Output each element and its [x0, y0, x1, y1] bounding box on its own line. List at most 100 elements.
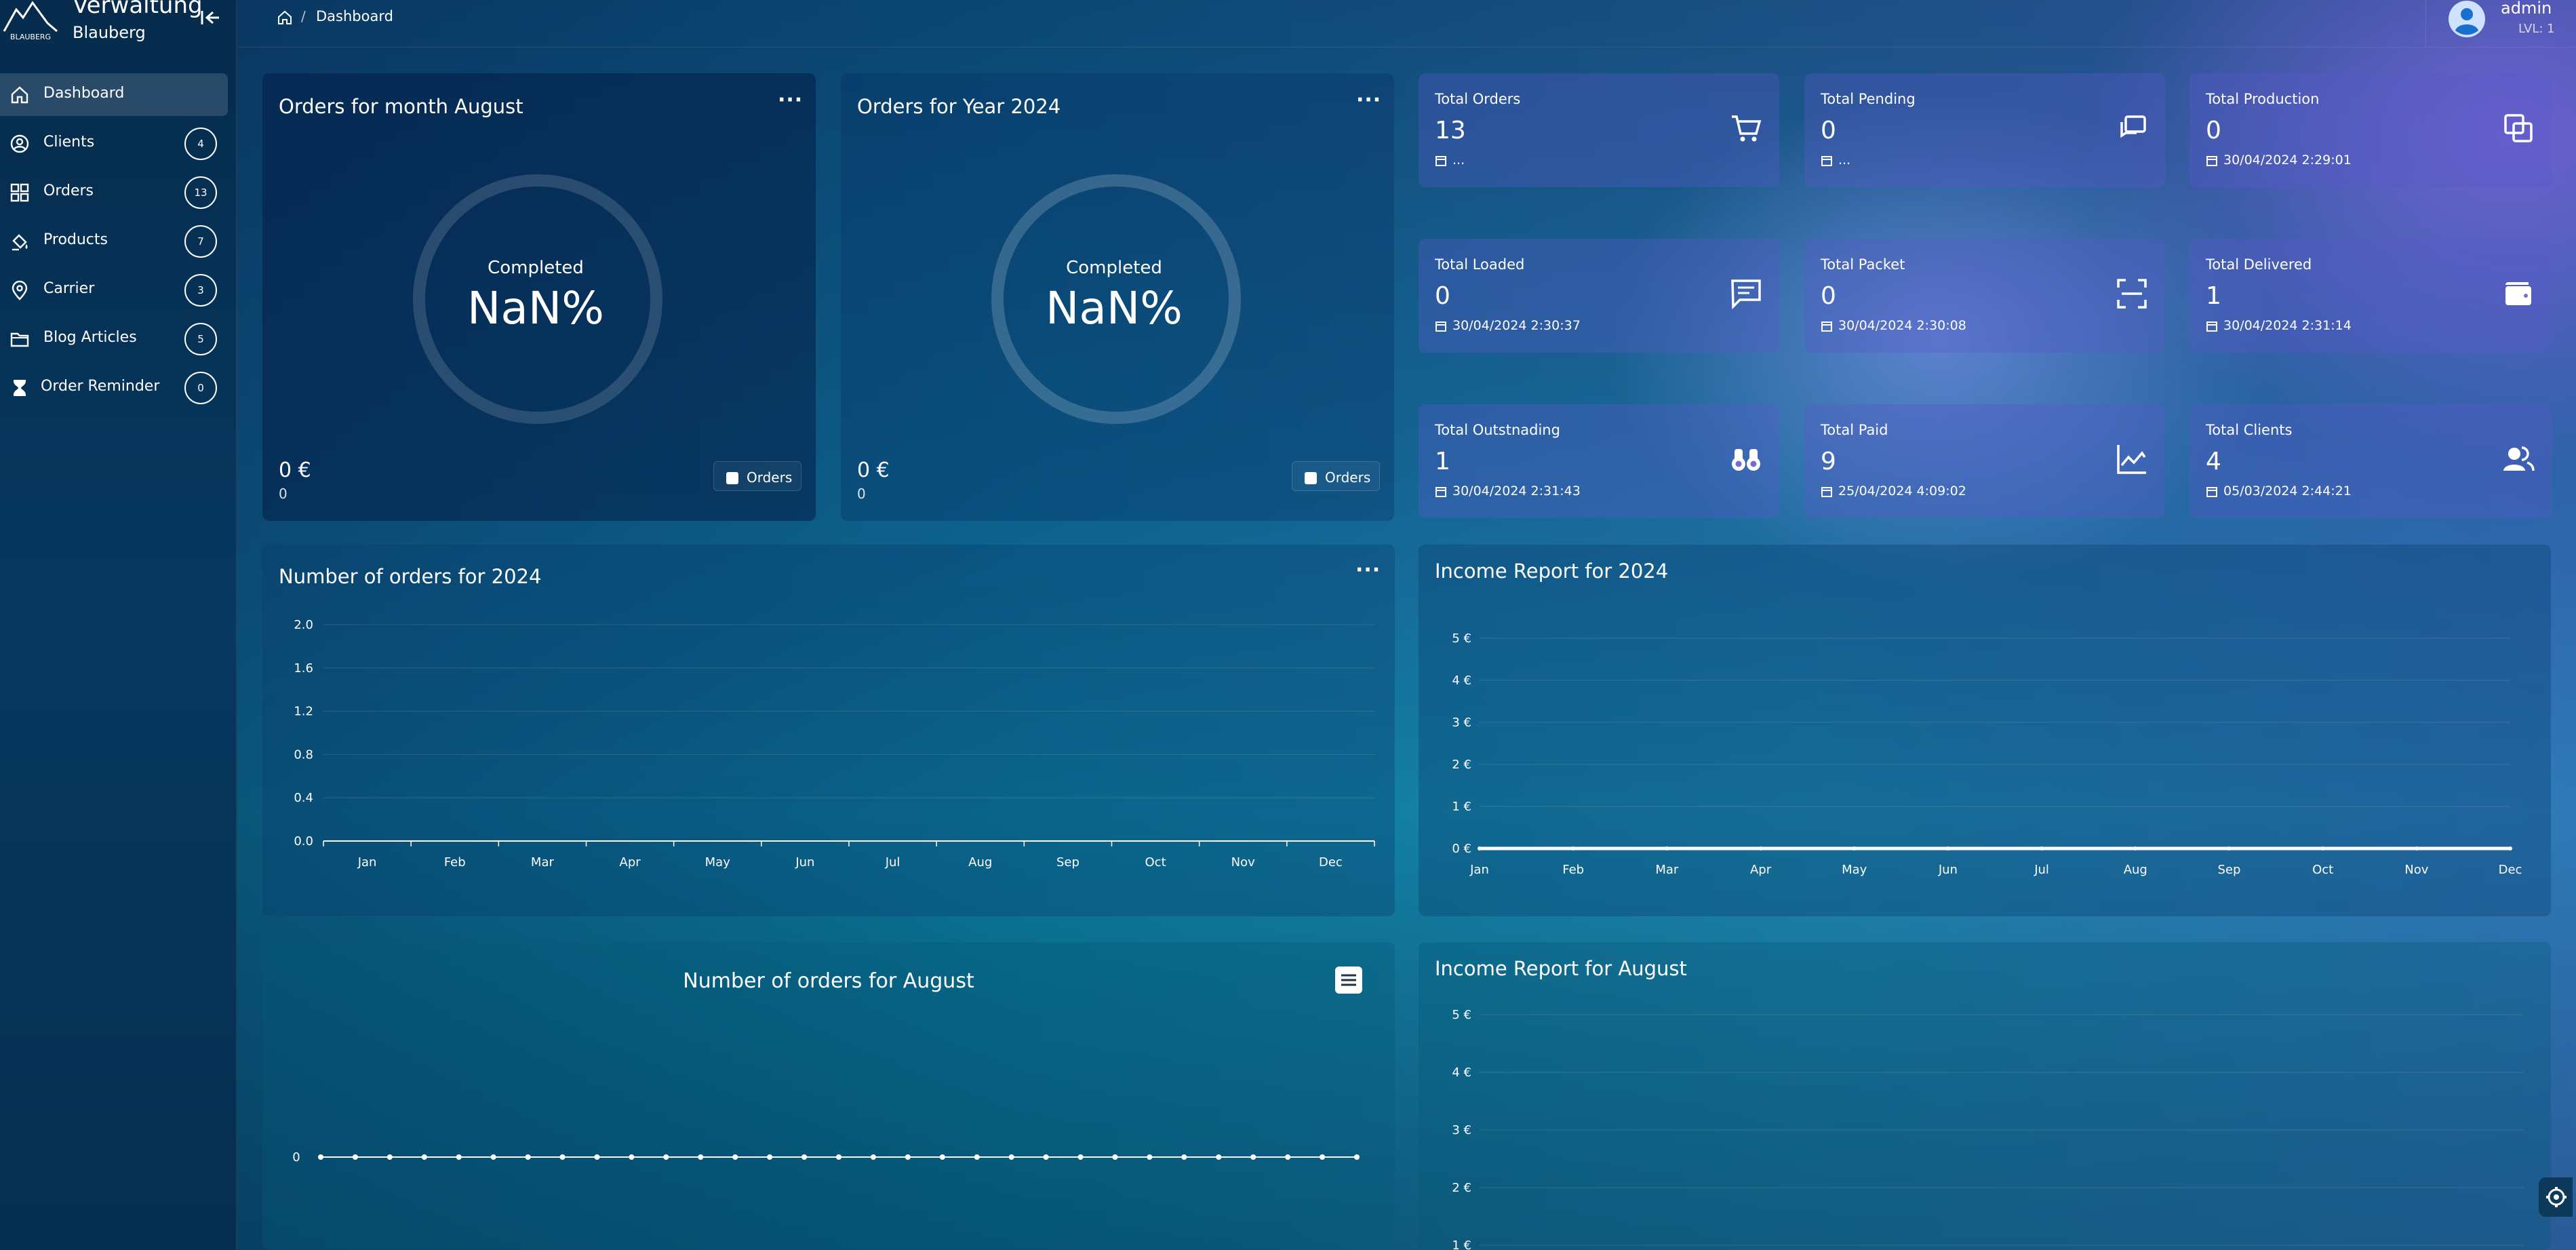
- calendar-icon: [1435, 156, 1446, 166]
- paint-bucket-icon: [12, 234, 28, 251]
- data-point: [767, 1154, 773, 1160]
- orders-year-card: Orders for Year 2024 ··· Completed NaN% …: [841, 73, 1394, 521]
- x-tick-label: Jun: [1938, 863, 1958, 877]
- breadcrumb-separator: /: [301, 8, 306, 24]
- binoculars-icon: [1732, 449, 1760, 471]
- orders-month-chart-card: Number of orders for August 0: [262, 942, 1395, 1250]
- x-tick-label: Oct: [1145, 855, 1166, 870]
- stat-value: 0: [2206, 117, 2221, 144]
- sidebar-item-label: Order Reminder: [41, 378, 160, 395]
- data-point: [1043, 1154, 1049, 1160]
- amount-count: 0: [857, 486, 866, 502]
- data-point: [1665, 846, 1669, 851]
- orders-month-chart: 0: [292, 1150, 1360, 1165]
- stat-total-packet[interactable]: Total Packet 0 30/04/2024 2:30:08: [1804, 239, 2165, 353]
- x-tick-label: Jul: [2034, 863, 2049, 877]
- data-point: [1285, 1154, 1291, 1160]
- data-point: [974, 1154, 980, 1160]
- data-point: [2040, 846, 2044, 851]
- data-point: [318, 1154, 323, 1160]
- sidebar-nav: Dashboard Clients 4 Orders 13 Products 7…: [0, 73, 228, 415]
- y-tick-label: 0: [292, 1150, 300, 1165]
- y-tick-label: 3 €: [1452, 1123, 1471, 1137]
- stat-footer: 30/04/2024 2:31:14: [2223, 318, 2352, 333]
- stat-footer: 05/03/2024 2:44:21: [2223, 484, 2352, 499]
- count-badge: 13: [184, 176, 217, 209]
- data-point: [905, 1154, 911, 1160]
- message-icon: [1731, 279, 1761, 310]
- stat-total-clients[interactable]: Total Clients 4 05/03/2024 2:44:21: [2189, 404, 2552, 518]
- x-tick-label: Apr: [620, 855, 641, 870]
- data-point: [2508, 846, 2512, 851]
- y-tick-label: 0.4: [294, 791, 313, 805]
- more-options-icon[interactable]: ···: [778, 88, 803, 112]
- avatar-icon[interactable]: [2448, 0, 2486, 38]
- stat-footer: ...: [1452, 153, 1465, 168]
- sidebar-item-carrier[interactable]: Carrier 3: [0, 269, 228, 311]
- x-tick-label: Jan: [357, 855, 377, 870]
- data-point: [663, 1154, 669, 1160]
- x-tick-label: Aug: [2124, 863, 2147, 877]
- data-point: [1216, 1154, 1222, 1160]
- y-tick-label: 2.0: [294, 618, 313, 632]
- sidebar-item-order-reminder[interactable]: Order Reminder 0: [0, 366, 228, 409]
- stat-total-production[interactable]: Total Production 0 30/04/2024 2:29:01: [2189, 73, 2552, 187]
- user-name: admin: [2501, 0, 2552, 18]
- sidebar-item-label: Products: [43, 231, 108, 248]
- chat-bubbles-icon: [2120, 115, 2146, 138]
- y-tick-label: 1.2: [294, 705, 313, 719]
- data-point: [421, 1154, 427, 1160]
- user-level: LVL: 1: [2518, 22, 2555, 36]
- stat-footer: 30/04/2024 2:30:37: [1452, 318, 1581, 333]
- data-point: [2414, 846, 2419, 851]
- y-tick-label: 4 €: [1452, 673, 1471, 688]
- settings-gear-icon[interactable]: [2539, 1177, 2573, 1217]
- mountain-logo-icon: BLAUBERG: [3, 1, 58, 41]
- stat-total-pending[interactable]: Total Pending 0 ...: [1804, 73, 2165, 187]
- sidebar-item-label: Dashboard: [43, 85, 125, 102]
- stat-total-outstanding[interactable]: Total Outstnading 1 30/04/2024 2:31:43: [1419, 404, 1779, 518]
- sidebar: BLAUBERG Verwaltung Blauberg Dashboard C…: [0, 0, 237, 1250]
- cart-icon: [1732, 115, 1762, 142]
- breadcrumb-current: Dashboard: [316, 8, 393, 24]
- stat-total-paid[interactable]: Total Paid 9 25/04/2024 4:09:02: [1804, 404, 2165, 518]
- collapse-sidebar-icon[interactable]: [197, 4, 224, 31]
- legend-orders[interactable]: Orders: [1292, 461, 1380, 491]
- data-point: [387, 1154, 393, 1160]
- y-tick-label: 2 €: [1452, 758, 1471, 772]
- sidebar-item-orders[interactable]: Orders 13: [0, 171, 228, 214]
- donut-value: NaN%: [467, 282, 604, 334]
- sidebar-item-clients[interactable]: Clients 4: [0, 122, 228, 165]
- calendar-icon: [1435, 321, 1446, 332]
- count-badge: 4: [184, 128, 217, 160]
- stat-label: Total Paid: [1821, 422, 1888, 438]
- sidebar-item-blog-articles[interactable]: Blog Articles 5: [0, 317, 228, 360]
- sidebar-item-products[interactable]: Products 7: [0, 220, 228, 262]
- topbar: / Dashboard: [239, 0, 2576, 47]
- income-year-chart-card: Income Report for 2024 0 €1 €2 €3 €4 €5 …: [1419, 545, 2551, 916]
- stat-value: 0: [1821, 282, 1836, 310]
- stat-value: 1: [1435, 448, 1450, 475]
- data-point: [2227, 846, 2232, 851]
- legend-orders[interactable]: Orders: [713, 461, 801, 491]
- line-chart-icon: [2117, 445, 2146, 474]
- stat-total-orders[interactable]: Total Orders 13 ...: [1419, 73, 1779, 187]
- count-badge: 3: [184, 274, 217, 307]
- data-point: [1852, 846, 1857, 851]
- stat-total-loaded[interactable]: Total Loaded 0 30/04/2024 2:30:37: [1419, 239, 1779, 353]
- user-menu[interactable]: admin LVL: 1: [2425, 0, 2576, 47]
- stat-value: 0: [1435, 282, 1450, 310]
- more-options-icon[interactable]: ···: [1356, 88, 1381, 112]
- legend-swatch: [726, 472, 738, 484]
- stat-total-delivered[interactable]: Total Delivered 1 30/04/2024 2:31:14: [2189, 239, 2552, 353]
- data-point: [2133, 846, 2138, 851]
- breadcrumb-home-icon[interactable]: [277, 9, 293, 26]
- sidebar-item-dashboard[interactable]: Dashboard: [0, 73, 228, 116]
- data-point: [525, 1154, 531, 1160]
- stat-value: 4: [2206, 448, 2221, 475]
- data-point: [939, 1154, 945, 1160]
- brand: BLAUBERG Verwaltung Blauberg: [0, 0, 237, 54]
- y-tick-label: 4 €: [1452, 1066, 1471, 1080]
- amount-value: 0 €: [279, 458, 311, 482]
- x-tick-label: Feb: [444, 855, 466, 870]
